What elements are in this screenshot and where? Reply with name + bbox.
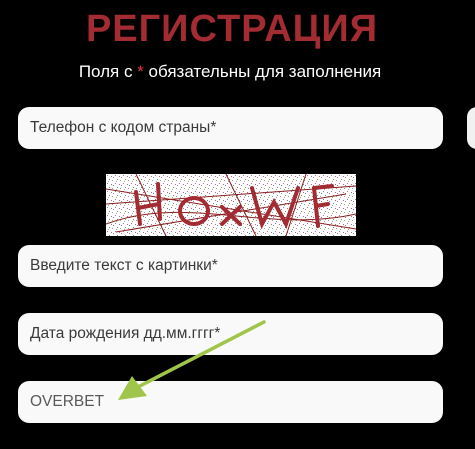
required-fields-note: Поля с * обязательны для заполнения bbox=[0, 62, 460, 82]
required-note-prefix: Поля с bbox=[78, 62, 138, 81]
captcha-noise-graphic bbox=[105, 173, 357, 237]
phone-input[interactable] bbox=[18, 107, 443, 149]
side-tab[interactable] bbox=[467, 107, 475, 149]
required-asterisk: * bbox=[137, 62, 144, 81]
promo-code-input[interactable] bbox=[18, 381, 443, 423]
page-title: РЕГИСТРАЦИЯ bbox=[85, 8, 379, 50]
captcha-image bbox=[105, 173, 357, 237]
birthdate-input[interactable] bbox=[18, 313, 443, 355]
required-note-suffix: обязательны для заполнения bbox=[143, 62, 382, 81]
captcha-input[interactable] bbox=[18, 245, 443, 287]
